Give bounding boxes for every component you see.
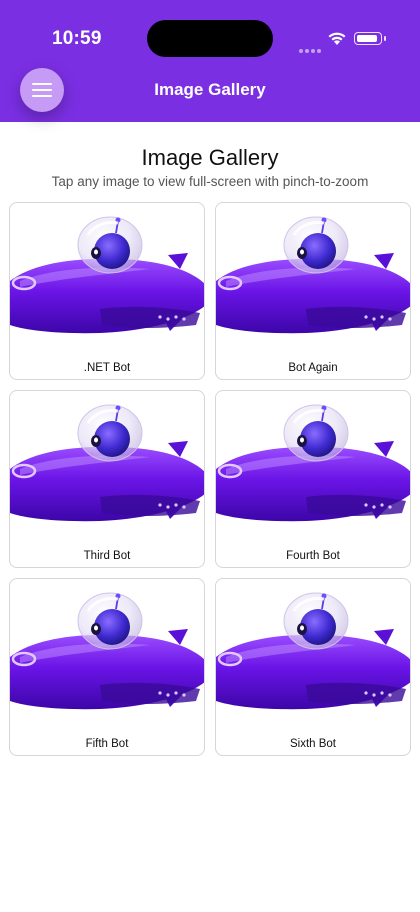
bot-image — [10, 403, 204, 523]
page-title: Image Gallery — [141, 145, 279, 170]
page-subtitle: Tap any image to view full-screen with p… — [51, 174, 369, 189]
gallery-card[interactable]: .NET Bot — [9, 202, 205, 380]
gallery-card[interactable]: Fifth Bot — [9, 578, 205, 756]
gallery-card-label: Bot Again — [288, 362, 338, 374]
bot-image — [10, 591, 204, 711]
wifi-icon — [328, 32, 346, 45]
battery-icon — [354, 32, 386, 45]
gallery-card[interactable]: Fourth Bot — [215, 390, 411, 568]
image-grid: .NET Bot Bot Again Third Bot Fourth Bot … — [9, 202, 411, 756]
gallery-card[interactable]: Sixth Bot — [215, 578, 411, 756]
bot-image — [216, 215, 410, 335]
cellular-signal-icon — [299, 40, 323, 58]
gallery-card-label: Sixth Bot — [289, 738, 337, 750]
bot-image — [216, 591, 410, 711]
gallery-card-label: .NET Bot — [83, 362, 131, 374]
header-title: Image Gallery — [154, 80, 266, 99]
status-time: 10:59 — [52, 28, 102, 49]
gallery-card[interactable]: Third Bot — [9, 390, 205, 568]
app-header: 10:59 Image Gallery — [0, 0, 420, 122]
gallery-card[interactable]: Bot Again — [215, 202, 411, 380]
gallery-card-label: Fourth Bot — [286, 550, 340, 562]
bot-image — [10, 215, 204, 335]
gallery-card-label: Third Bot — [83, 550, 131, 562]
bot-image — [216, 403, 410, 523]
dynamic-island — [147, 20, 273, 57]
gallery-card-label: Fifth Bot — [85, 738, 129, 750]
